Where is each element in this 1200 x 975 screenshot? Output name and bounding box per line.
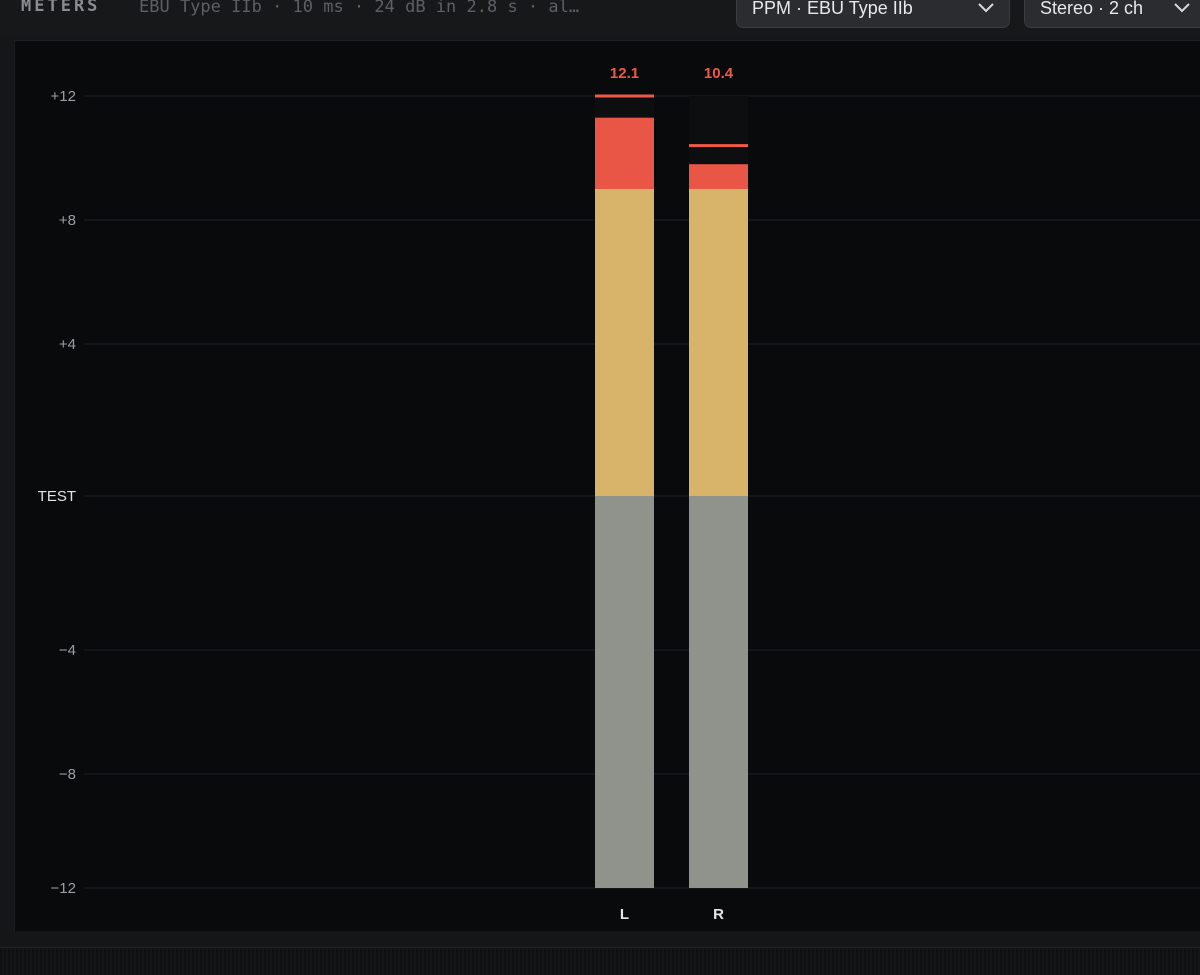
- scale-tick-label: +12: [51, 88, 76, 105]
- scale-tick-label: −8: [59, 766, 76, 783]
- meter-bar-low-segment: [689, 496, 748, 888]
- scale-tick-label: +8: [59, 212, 76, 229]
- meter-bar-high-segment: [689, 164, 748, 189]
- scale-tick-label: +4: [59, 336, 76, 353]
- scale-tick-label: −4: [59, 642, 76, 659]
- channel-label: R: [713, 906, 724, 923]
- channel-label: L: [620, 906, 629, 923]
- scale-tick-label: −12: [51, 880, 76, 897]
- peak-hold-marker: [595, 94, 654, 98]
- peak-hold-marker: [689, 144, 748, 148]
- meter-bar-high-segment: [595, 117, 654, 189]
- bottom-scroll-strip: [0, 947, 1200, 975]
- meter-bar-low-segment: [595, 496, 654, 888]
- scale-tick-label: TEST: [38, 488, 76, 505]
- peak-readout: 10.4: [704, 65, 734, 82]
- peak-readout: 12.1: [610, 65, 639, 82]
- ppm-meter-display: +12 +8 +4 TEST −4 −8 −12 12.1 L 10.4 R: [38, 65, 1200, 923]
- meter-bar-mid-segment: [595, 189, 654, 496]
- meter-bar-mid-segment: [689, 189, 748, 496]
